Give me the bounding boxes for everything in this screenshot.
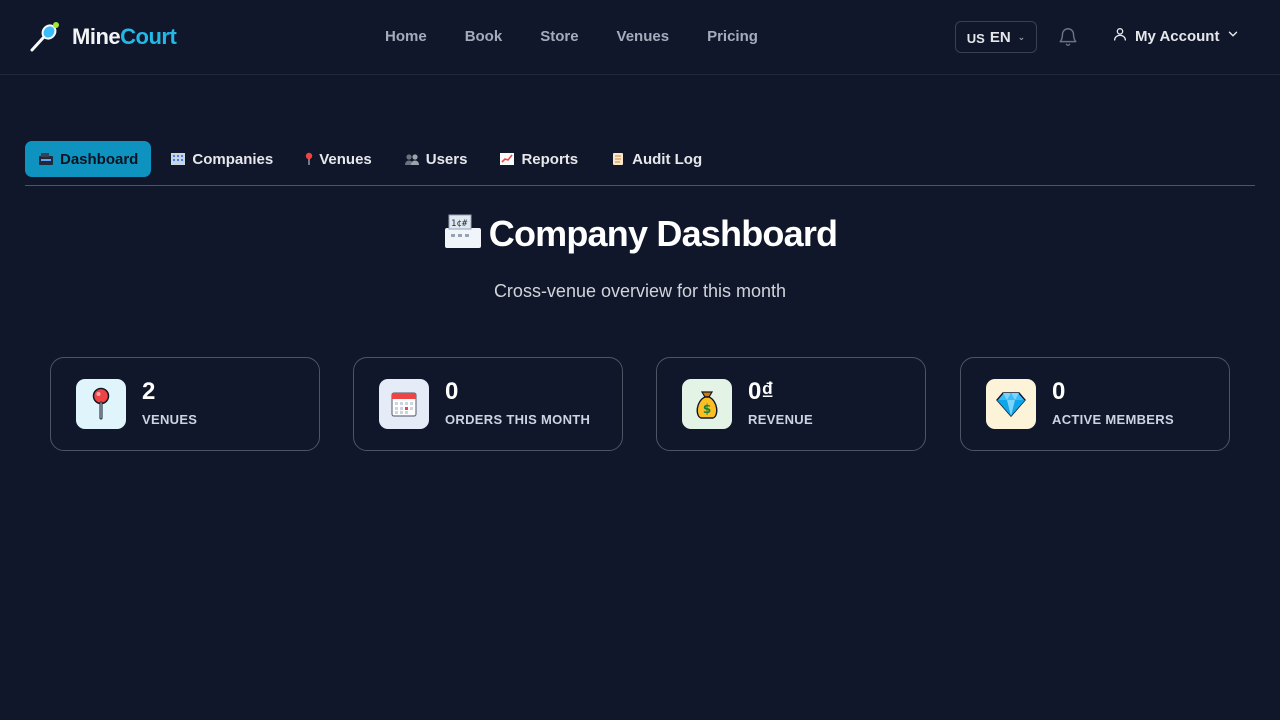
tab-venues[interactable]: Venues bbox=[292, 141, 385, 177]
chevron-down-icon bbox=[1226, 27, 1240, 45]
scroll-icon bbox=[610, 152, 626, 166]
tab-label: Companies bbox=[192, 150, 274, 168]
tab-companies[interactable]: Companies bbox=[157, 141, 286, 177]
stat-card-active-members: 0 ACTIVE MEMBERS bbox=[960, 357, 1230, 451]
chart-increasing-icon bbox=[499, 152, 515, 166]
tab-label: Users bbox=[425, 150, 468, 168]
tab-label: Dashboard bbox=[60, 150, 139, 168]
brand-name-part1: Mine bbox=[72, 24, 121, 49]
brand-name: MineCourt bbox=[72, 24, 177, 50]
racket-logo-icon bbox=[28, 20, 62, 54]
account-label: My Account bbox=[1135, 27, 1220, 45]
stat-value: 0 bbox=[445, 378, 459, 405]
stat-label: VENUES bbox=[142, 412, 198, 427]
account-menu[interactable]: My Account bbox=[1112, 26, 1240, 46]
office-building-icon bbox=[170, 152, 186, 166]
page-title-text: Company Dashboard bbox=[488, 212, 838, 254]
svg-text:1¢#: 1¢# bbox=[451, 219, 468, 229]
stat-card-orders: 0 ORDERS THIS MONTH bbox=[353, 357, 623, 451]
tab-label: Audit Log bbox=[632, 150, 703, 168]
nav-store[interactable]: Store bbox=[521, 26, 597, 47]
nav-pricing[interactable]: Pricing bbox=[688, 26, 777, 47]
calendar-icon bbox=[379, 379, 429, 429]
user-icon bbox=[1112, 26, 1128, 46]
nav-venues[interactable]: Venues bbox=[598, 26, 689, 47]
tab-dashboard[interactable]: Dashboard bbox=[25, 141, 152, 177]
money-bag-icon: $ bbox=[682, 379, 732, 429]
tab-users[interactable]: Users bbox=[391, 141, 481, 177]
cash-register-icon: 1¢# bbox=[443, 212, 483, 255]
cash-register-icon bbox=[38, 152, 54, 166]
tab-label: Venues bbox=[319, 150, 372, 168]
language-code: EN bbox=[989, 28, 1011, 46]
tab-label: Reports bbox=[521, 150, 579, 168]
tab-audit-log[interactable]: Audit Log bbox=[597, 141, 715, 177]
language-selector[interactable]: US EN ⌄ bbox=[955, 21, 1037, 53]
brand-name-part2: Court bbox=[120, 24, 177, 49]
pushpin-icon bbox=[76, 379, 126, 429]
round-pushpin-icon bbox=[305, 152, 313, 166]
stat-label: REVENUE bbox=[748, 412, 813, 427]
svg-text:$: $ bbox=[703, 402, 711, 416]
page-subtitle: Cross-venue overview for this month bbox=[493, 281, 787, 301]
nav-book[interactable]: Book bbox=[446, 26, 522, 47]
users-icon bbox=[404, 152, 420, 166]
admin-tabs: Dashboard Companies Venues Users Reports… bbox=[25, 141, 1255, 186]
stat-value: 0 bbox=[1052, 378, 1066, 405]
stat-label: ORDERS THIS MONTH bbox=[445, 412, 591, 427]
stat-card-venues: 2 VENUES bbox=[50, 357, 320, 451]
main-nav: Home Book Store Venues Pricing bbox=[366, 26, 777, 47]
chevron-down-icon: ⌄ bbox=[1017, 31, 1026, 42]
stat-label: ACTIVE MEMBERS bbox=[1052, 412, 1174, 427]
page-title: 1¢# Company Dashboard bbox=[0, 212, 1280, 255]
stat-value: 2 bbox=[142, 378, 156, 405]
brand-logo[interactable]: MineCourt bbox=[28, 20, 177, 54]
tab-reports[interactable]: Reports bbox=[486, 141, 591, 177]
nav-home[interactable]: Home bbox=[366, 26, 446, 47]
top-navbar: MineCourt Home Book Store Venues Pricing… bbox=[0, 0, 1280, 75]
stat-value: 0₫ bbox=[748, 378, 774, 405]
bell-icon[interactable] bbox=[1057, 26, 1079, 48]
stat-card-revenue: $ 0₫ REVENUE bbox=[656, 357, 926, 451]
flag-icon: US bbox=[966, 30, 985, 46]
gem-icon bbox=[986, 379, 1036, 429]
